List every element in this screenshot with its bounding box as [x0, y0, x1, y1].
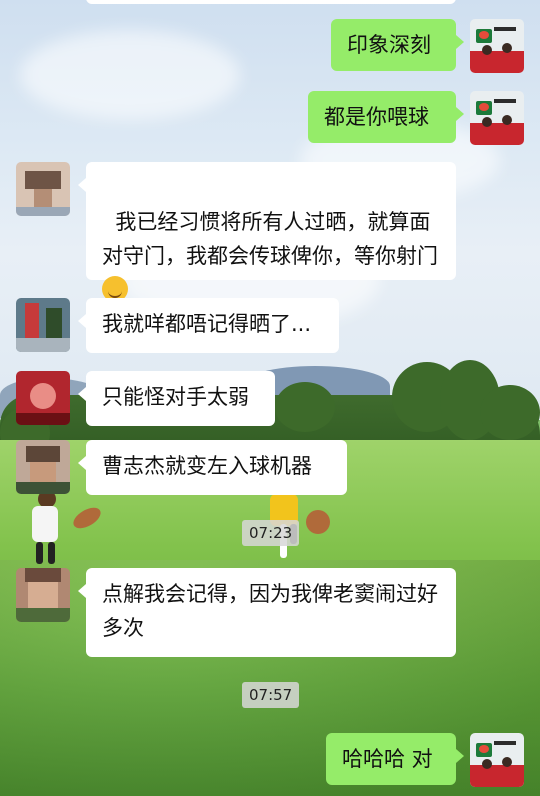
message-bubble-outgoing[interactable]: 哈哈哈 对 [326, 733, 464, 785]
message-bubble-incoming[interactable]: 我已经习惯将所有人过晒，就算面对守门，我都会传球俾你，等你射门 [78, 162, 456, 302]
message-bubble-incoming[interactable]: 只能怪对手太弱 [78, 371, 275, 426]
contact-avatar-pixelated[interactable] [16, 298, 70, 352]
tree [480, 385, 540, 440]
contact-avatar-pixelated[interactable] [16, 371, 70, 425]
previous-message-bubble-edge [86, 0, 456, 4]
contact-avatar-pixelated[interactable] [16, 440, 70, 494]
message-timestamp: 07:57 [242, 682, 300, 708]
self-avatar[interactable] [470, 91, 524, 145]
contact-avatar-pixelated[interactable] [16, 568, 70, 622]
message-timestamp: 07:23 [242, 520, 300, 546]
contact-avatar-pixelated[interactable] [16, 162, 70, 216]
message-bubble-incoming[interactable]: 点解我会记得，因为我俾老窦闹过好多次 [78, 568, 456, 657]
self-avatar[interactable] [470, 19, 524, 73]
tree [275, 382, 335, 432]
message-bubble-outgoing[interactable]: 都是你喂球 [308, 91, 464, 143]
message-text: 我已经习惯将所有人过晒，就算面对守门，我都会传球俾你，等你射门 [102, 210, 438, 268]
message-bubble-incoming[interactable]: 我就咩都唔记得晒了... [78, 298, 339, 353]
self-avatar[interactable] [470, 733, 524, 787]
message-bubble-incoming[interactable]: 曹志杰就变左入球机器 [78, 440, 347, 495]
cloud [20, 30, 240, 120]
message-bubble-outgoing[interactable]: 印象深刻 [331, 19, 464, 71]
